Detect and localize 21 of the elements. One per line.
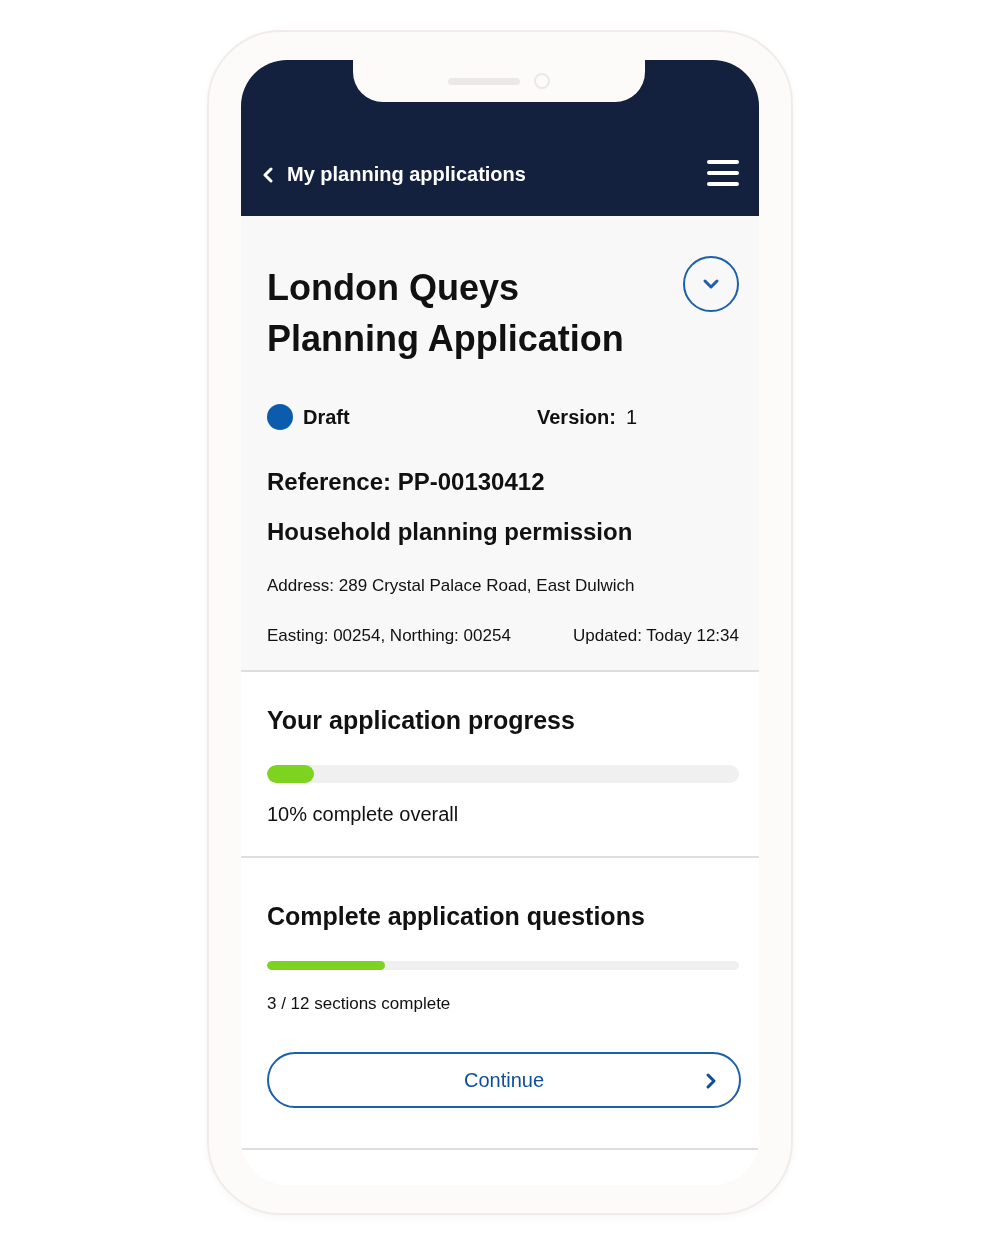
version-value: 1: [625, 405, 638, 429]
chevron-icon: [702, 278, 720, 290]
updated-text: Updated: Today 12:34: [572, 626, 739, 646]
expand-button[interactable]: [683, 256, 739, 312]
section-title: Complete application questions: [267, 902, 646, 931]
section-title: Your application progress: [267, 706, 576, 735]
back-chevron-icon: [263, 166, 273, 183]
continue-button[interactable]: Continue: [267, 1052, 741, 1108]
application-type: Household planning permission: [267, 518, 634, 546]
sections-caption: 3 / 12 sections complete: [267, 994, 452, 1014]
application-title: London Queys Planning Application: [267, 266, 625, 361]
back-link[interactable]: My planning applications: [263, 163, 526, 186]
address-text: Address: 289 Crystal Palace Road, East Dulwich: [267, 576, 636, 596]
status-dot: [267, 404, 293, 430]
progress-caption: 10% complete overall: [267, 803, 460, 826]
reference-number: Reference: PP-00130412: [267, 468, 546, 496]
version-label: Version:: [537, 405, 616, 429]
coordinates-text: Easting: 00254, Northing: 00254: [267, 626, 511, 646]
menu-button[interactable]: [707, 160, 739, 186]
chevron-right-icon: [705, 1072, 717, 1090]
status-label: Draft: [303, 405, 350, 429]
